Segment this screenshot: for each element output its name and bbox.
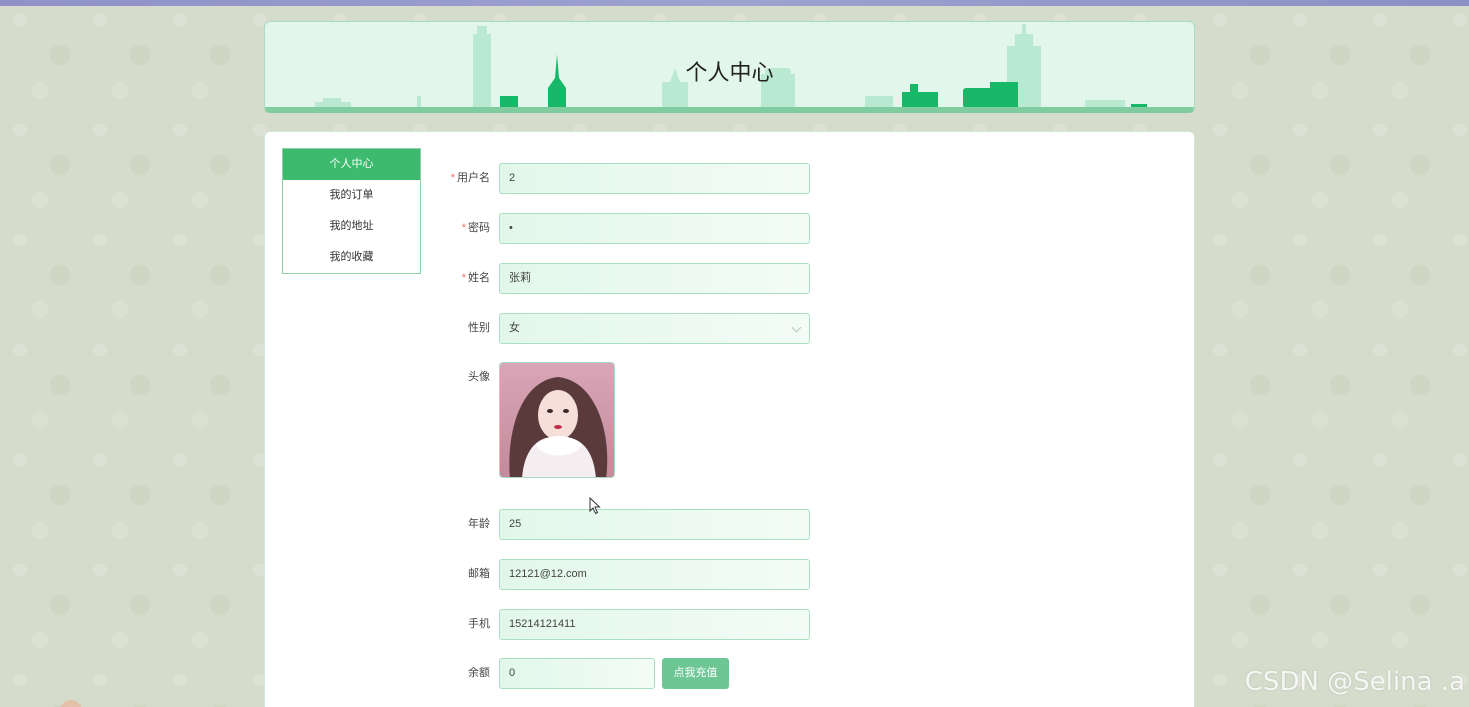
menu-item-orders[interactable]: 我的订单	[283, 180, 420, 211]
name-input[interactable]: 张莉	[499, 263, 810, 294]
balance-label: 余额	[468, 667, 490, 679]
side-menu: 个人中心 我的订单 我的地址 我的收藏	[282, 148, 421, 274]
menu-item-address[interactable]: 我的地址	[283, 211, 420, 242]
username-label: * 用户名	[450, 172, 490, 184]
password-input[interactable]: •	[499, 213, 810, 244]
phone-input[interactable]: 15214121411	[499, 609, 810, 640]
age-input[interactable]: 25	[499, 509, 810, 540]
profile-card: 个人中心 我的订单 我的地址 我的收藏 * 用户名 2 * 密码 • * 姓名 张莉 …	[264, 131, 1195, 707]
menu-item-profile[interactable]: 个人中心	[283, 149, 420, 180]
email-input[interactable]: 12121@12.com	[499, 559, 810, 590]
decorative-circle	[60, 700, 82, 707]
password-label: * 密码	[461, 222, 490, 234]
gender-select-value: 女	[509, 322, 520, 334]
avatar-image	[500, 363, 614, 477]
required-mark: *	[450, 172, 455, 184]
header-banner: 个人中心	[264, 21, 1195, 113]
mouse-cursor-icon	[589, 497, 601, 515]
phone-label: 手机	[468, 618, 490, 630]
balance-input[interactable]: 0	[499, 658, 655, 689]
email-label: 邮箱	[468, 568, 490, 580]
required-mark: *	[461, 272, 466, 284]
top-strip	[0, 0, 1469, 6]
age-label: 年龄	[468, 518, 490, 530]
avatar-upload[interactable]	[499, 362, 615, 478]
menu-item-favorites[interactable]: 我的收藏	[283, 242, 420, 273]
avatar-label: 头像	[468, 371, 490, 383]
username-input[interactable]: 2	[499, 163, 810, 194]
recharge-button[interactable]: 点我充值	[662, 658, 729, 689]
chevron-down-icon	[791, 322, 802, 333]
page-title: 个人中心	[685, 60, 774, 85]
gender-select[interactable]: 女	[499, 313, 810, 344]
watermark: CSDN @Selina .a	[1244, 667, 1465, 697]
required-mark: *	[461, 222, 466, 234]
gender-label: 性别	[468, 322, 490, 334]
name-label: * 姓名	[461, 272, 490, 284]
